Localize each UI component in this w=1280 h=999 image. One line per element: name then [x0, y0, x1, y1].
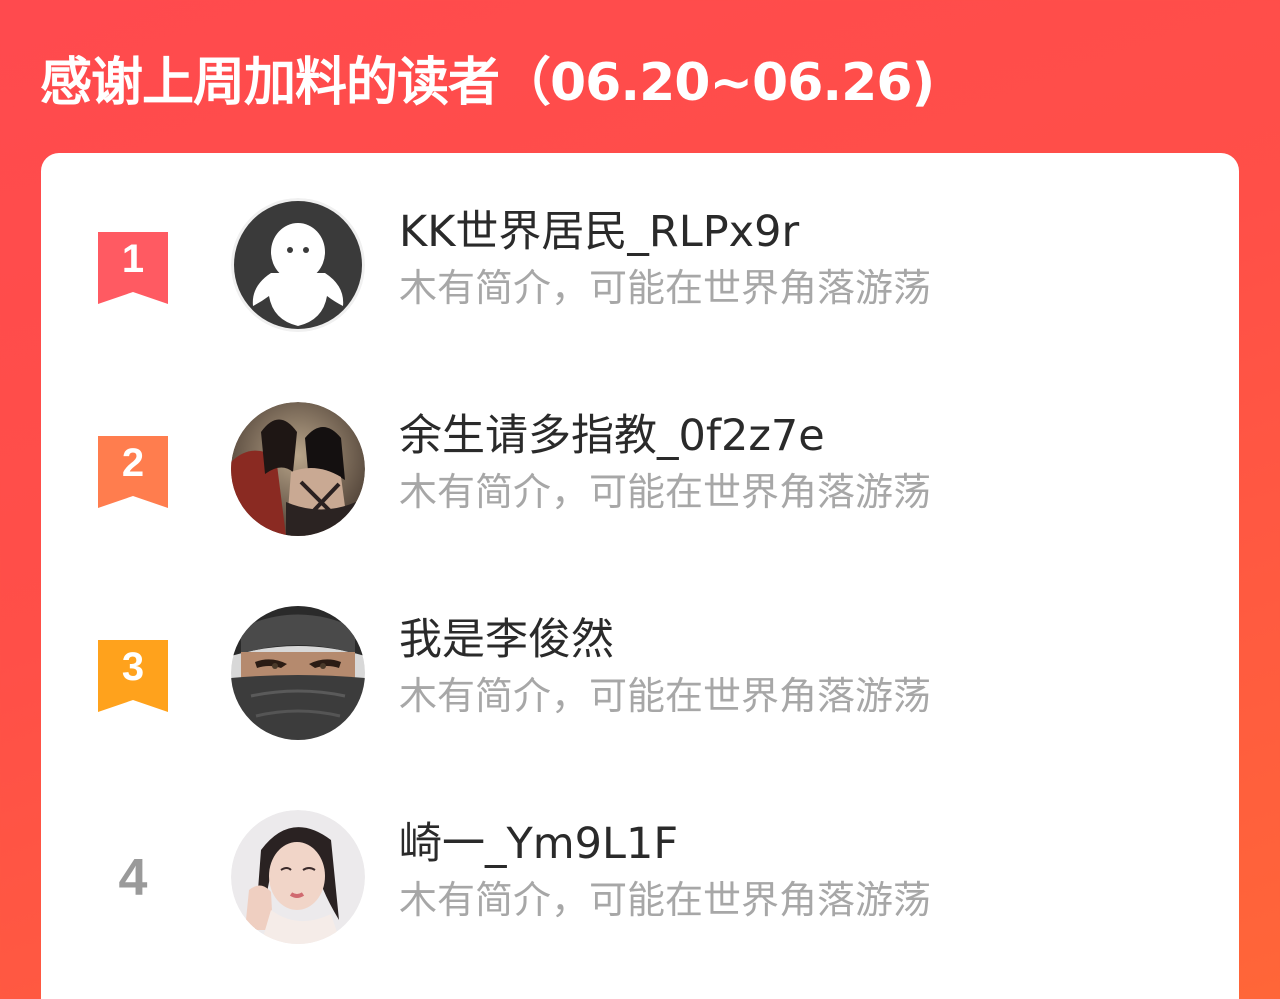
rank-number: 3 — [122, 645, 144, 689]
list-item[interactable]: 4 崎一_Ym9L1F 木有简介，可能在世界角落游荡 — [41, 808, 1239, 948]
page-title: 感谢上周加料的读者（06.20~06.26) — [40, 53, 935, 113]
reader-name[interactable]: KK世界居民_RLPx9r — [399, 202, 799, 262]
girl-portrait-avatar-icon[interactable] — [231, 810, 365, 944]
rank-number: 2 — [122, 441, 144, 485]
rank-ribbon-icon: 1 — [98, 232, 168, 304]
anime-couple-avatar-icon[interactable] — [231, 402, 365, 536]
reader-name[interactable]: 我是李俊然 — [399, 610, 614, 670]
reader-bio: 木有简介，可能在世界角落游荡 — [399, 878, 932, 922]
reader-name[interactable]: 余生请多指教_0f2z7e — [399, 406, 825, 466]
rank-ribbon-icon: 2 — [98, 436, 168, 508]
default-ghost-avatar-icon[interactable] — [231, 198, 365, 332]
readers-card: 1 KK世界居民_RLPx9r 木有简介，可能在世界角落游荡 2 余生请多指教_… — [41, 153, 1239, 999]
masked-ninja-avatar-icon[interactable] — [231, 606, 365, 740]
list-item[interactable]: 3 我是李俊然 木有简介，可能在世界角落游荡 — [41, 604, 1239, 744]
reader-bio: 木有简介，可能在世界角落游荡 — [399, 266, 932, 310]
reader-name[interactable]: 崎一_Ym9L1F — [399, 814, 678, 874]
rank-ribbon-icon: 3 — [98, 640, 168, 712]
rank-number: 4 — [118, 849, 148, 907]
reader-bio: 木有简介，可能在世界角落游荡 — [399, 674, 932, 718]
reader-bio: 木有简介，可能在世界角落游荡 — [399, 470, 932, 514]
list-item[interactable]: 1 KK世界居民_RLPx9r 木有简介，可能在世界角落游荡 — [41, 196, 1239, 336]
list-item[interactable]: 2 余生请多指教_0f2z7e 木有简介，可能在世界角落游荡 — [41, 400, 1239, 540]
rank-number: 1 — [122, 237, 144, 281]
